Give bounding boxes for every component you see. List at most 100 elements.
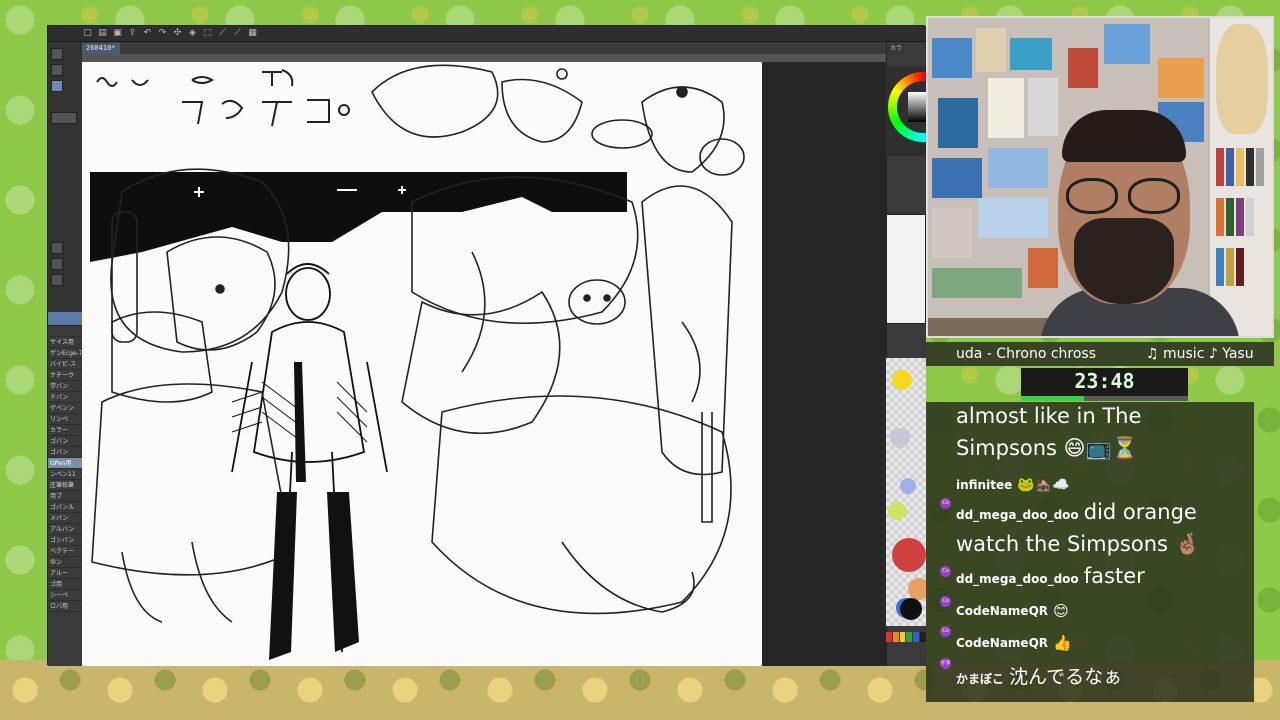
open-file-icon[interactable]: ▤	[97, 28, 108, 39]
brush-list-item[interactable]: GPen用	[48, 458, 82, 469]
tool-button[interactable]	[51, 258, 63, 270]
brush-list-item[interactable]: シーペ	[48, 590, 82, 601]
color-swatch-panel[interactable]	[886, 358, 930, 626]
canvas-area[interactable]	[82, 54, 902, 666]
document-tab[interactable]: 260410*	[82, 43, 120, 54]
stream-timer: 23:48	[1021, 368, 1188, 396]
brush-list-item[interactable]: 用プ	[48, 491, 82, 502]
book	[1236, 248, 1244, 286]
brush-list-item[interactable]: バイビ-ス	[48, 359, 82, 370]
poster	[1104, 24, 1150, 64]
chat-emote: 😊	[1053, 601, 1069, 620]
saturation-value-square[interactable]	[908, 92, 926, 122]
brush-list-item[interactable]: ケチーウ	[48, 370, 82, 381]
chat-message: dd_mega_doo_doo faster	[956, 564, 1145, 588]
chat-message-text: watch the Simpsons 🤞🏽	[956, 532, 1201, 556]
art-app-window: ▢ ▤ ▣ ⇪ ↶ ↷ ✣ ◈ ⬚ ⟋ ⟋ ▦ 260410* サイス用 ゲンEc…	[47, 25, 930, 666]
brush-list-item[interactable]: アルバン	[48, 524, 82, 535]
select-icon[interactable]: ⬚	[202, 28, 213, 39]
brush-list-header	[48, 312, 82, 326]
drawing-canvas[interactable]	[82, 62, 762, 666]
brush-list-item[interactable]: ゴシバン	[48, 535, 82, 546]
book	[1236, 148, 1244, 186]
glasses-lens-left	[1066, 178, 1118, 214]
brush-list-item[interactable]: サイス用	[48, 337, 82, 348]
navigator-thumbnail[interactable]	[886, 214, 926, 324]
poster	[988, 78, 1024, 138]
snap-icon[interactable]: ⟋	[232, 28, 243, 39]
poster	[1068, 48, 1098, 88]
chat-message: CodeNameQR 😊	[956, 600, 1069, 620]
palette-bar[interactable]	[886, 632, 926, 642]
book	[1216, 148, 1224, 186]
now-playing-ticker: uda - Chrono chross ♫ music ♪ Yasu	[926, 342, 1274, 366]
poster	[978, 198, 1048, 238]
color-swatch[interactable]	[892, 370, 912, 390]
brush-list-item[interactable]: メバン	[48, 513, 82, 524]
grid-icon[interactable]: ▦	[247, 28, 258, 39]
canvas-margin	[762, 62, 902, 666]
poster	[932, 38, 972, 78]
tool-button[interactable]	[51, 274, 63, 286]
brush-list-item[interactable]: ゴバン	[48, 436, 82, 447]
timer-progress-bar	[1021, 396, 1188, 401]
brush-list-item[interactable]: リンベ	[48, 414, 82, 425]
teddy-bear	[1216, 24, 1268, 134]
brush-list-item[interactable]: ゴバン	[48, 447, 82, 458]
palette-color[interactable]	[892, 632, 899, 642]
chat-username: infinitee	[956, 478, 1013, 492]
brush-list-item[interactable]: 学バン	[48, 381, 82, 392]
brush-list-item[interactable]: アルー	[48, 568, 82, 579]
palette-color[interactable]	[913, 632, 920, 642]
book	[1226, 148, 1234, 186]
color-swatch[interactable]	[892, 538, 926, 572]
brush-list-item[interactable]: ゲンEcge-7	[48, 348, 82, 359]
tool-button[interactable]	[51, 80, 63, 92]
palette-color[interactable]	[899, 632, 906, 642]
brush-list-item[interactable]: ロバ用	[48, 601, 82, 612]
color-swatch[interactable]	[900, 478, 916, 494]
brush-list-item[interactable]: ドバン	[48, 392, 82, 403]
brush-list-item[interactable]: カラー	[48, 425, 82, 436]
color-swatch[interactable]	[890, 428, 910, 448]
chat-badge: Co	[940, 626, 951, 637]
redo-icon[interactable]: ↷	[157, 28, 168, 39]
tool-button[interactable]	[51, 242, 63, 254]
fill-icon[interactable]: ◈	[187, 28, 198, 39]
book	[1246, 148, 1254, 186]
color-wheel[interactable]	[886, 66, 926, 156]
tool-button[interactable]	[51, 64, 63, 76]
chat-message-text: faster	[1083, 564, 1145, 588]
color-panel-label: カラ	[890, 45, 903, 52]
chat-username: CodeNameQR	[956, 604, 1049, 618]
poster	[932, 158, 982, 198]
chat-badge: Co	[940, 498, 951, 509]
ruler-icon[interactable]: ⟋	[217, 28, 228, 39]
new-file-icon[interactable]: ▢	[82, 28, 93, 39]
export-icon[interactable]: ⇪	[127, 28, 138, 39]
brush-list-item[interactable]: ンペン11	[48, 469, 82, 480]
book	[1226, 248, 1234, 286]
color-swatch[interactable]	[888, 502, 906, 520]
brush-list-item[interactable]: ゴ用	[48, 579, 82, 590]
save-icon[interactable]: ▣	[112, 28, 123, 39]
now-playing-music: ♫ music ♪ Yasu	[1146, 346, 1254, 362]
undo-icon[interactable]: ↶	[142, 28, 153, 39]
brush-list-item[interactable]: ゴバンル	[48, 502, 82, 513]
tool-button[interactable]	[51, 112, 77, 124]
brush-list-item[interactable]	[48, 326, 82, 337]
transform-icon[interactable]: ✣	[172, 28, 183, 39]
person-beard	[1074, 218, 1174, 304]
chat-message-text: Simpsons 😄📺⏳	[956, 436, 1138, 460]
tool-button[interactable]	[51, 48, 63, 60]
brush-list-item[interactable]: ゆン	[48, 557, 82, 568]
brush-list-item[interactable]: 圧筆鉛筆	[48, 480, 82, 491]
brush-list-item[interactable]: ベクテー	[48, 546, 82, 557]
color-swatch[interactable]	[900, 598, 922, 620]
brush-list-item[interactable]: ゲペンン	[48, 403, 82, 414]
chat-username: dd_mega_doo_doo	[956, 572, 1079, 586]
brush-list-panel: サイス用 ゲンEcge-7 バイビ-ス ケチーウ 学バン ドバン ゲペンン リンベ カラー ゴバン…	[48, 312, 82, 666]
chat-message: infinitee 🐸🏚️☁️	[956, 474, 1070, 493]
palette-color[interactable]	[886, 632, 892, 642]
palette-color[interactable]	[906, 632, 913, 642]
